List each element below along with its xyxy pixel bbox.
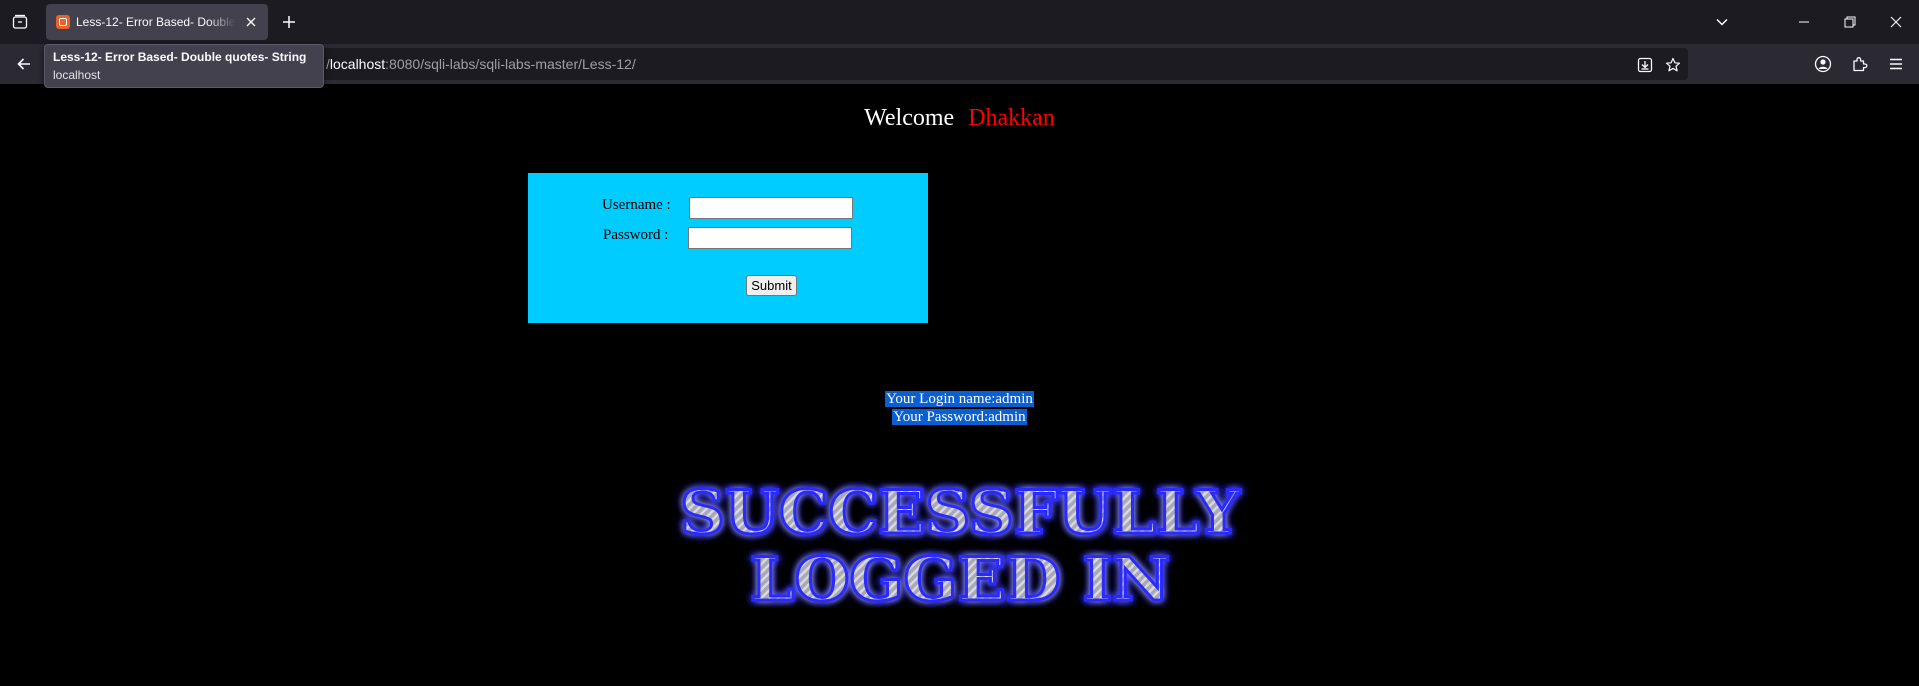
login-result: Your Login name:admin Your Password:admi…	[0, 390, 1919, 426]
welcome-name: Dhakkan	[968, 105, 1055, 131]
login-form: Username : Password : Submit	[528, 173, 928, 323]
bookmark-star-icon[interactable]	[1664, 56, 1682, 74]
back-arrow-icon[interactable]	[10, 52, 38, 76]
extensions-puzzle-icon[interactable]	[1849, 53, 1871, 75]
sqli-labs-favicon-icon	[56, 15, 70, 29]
banner-line-2: LOGGED IN	[750, 545, 1170, 608]
username-label: Username :	[602, 197, 671, 213]
password-input[interactable]	[688, 227, 852, 249]
hamburger-menu-icon[interactable]	[1885, 53, 1907, 75]
tab-list-icon[interactable]	[8, 11, 32, 33]
welcome-label: Welcome	[864, 105, 955, 131]
tab-tooltip: Less-12- Error Based- Double quotes- Str…	[44, 44, 324, 88]
new-tab-plus-icon[interactable]	[278, 11, 300, 33]
url-text[interactable]: /localhost:8080/sqli-labs/sqli-labs-mast…	[326, 56, 636, 72]
tooltip-host: localhost	[53, 68, 101, 82]
window-minimize-button[interactable]	[1781, 0, 1827, 44]
save-to-device-icon[interactable]	[1636, 56, 1654, 74]
successfully-logged-in-banner: SUCCESSFULLY LOGGED IN	[679, 477, 1243, 609]
url-path: :8080/sqli-labs/sqli-labs-master/Less-12…	[385, 56, 636, 72]
browser-tab[interactable]: Less-12- Error Based- Double quotes- Str…	[46, 4, 268, 40]
tab-close-icon[interactable]	[242, 13, 260, 31]
password-label: Password :	[603, 227, 669, 243]
tab-bar: Less-12- Error Based- Double quotes- Str…	[0, 0, 1919, 44]
window-close-button[interactable]	[1873, 0, 1919, 44]
account-icon[interactable]	[1812, 53, 1834, 75]
tooltip-title: Less-12- Error Based- Double quotes- Str…	[53, 50, 307, 64]
banner-line-1: SUCCESSFULLY	[680, 478, 1241, 548]
submit-button[interactable]: Submit	[746, 275, 797, 296]
password-line: Your Password:admin	[892, 409, 1027, 425]
tab-title: Less-12- Error Based- Double quotes- Str…	[76, 15, 236, 29]
login-name-line: Your Login name:admin	[885, 391, 1034, 407]
welcome-heading: Welcome Dhakkan	[0, 105, 1919, 132]
window-restore-button[interactable]	[1827, 0, 1873, 44]
url-host: localhost	[329, 56, 386, 72]
list-all-tabs-chevron-down-icon[interactable]	[1710, 11, 1734, 33]
username-input[interactable]	[689, 197, 853, 219]
page-content: Welcome Dhakkan Username : Password : Sub…	[0, 84, 1919, 686]
